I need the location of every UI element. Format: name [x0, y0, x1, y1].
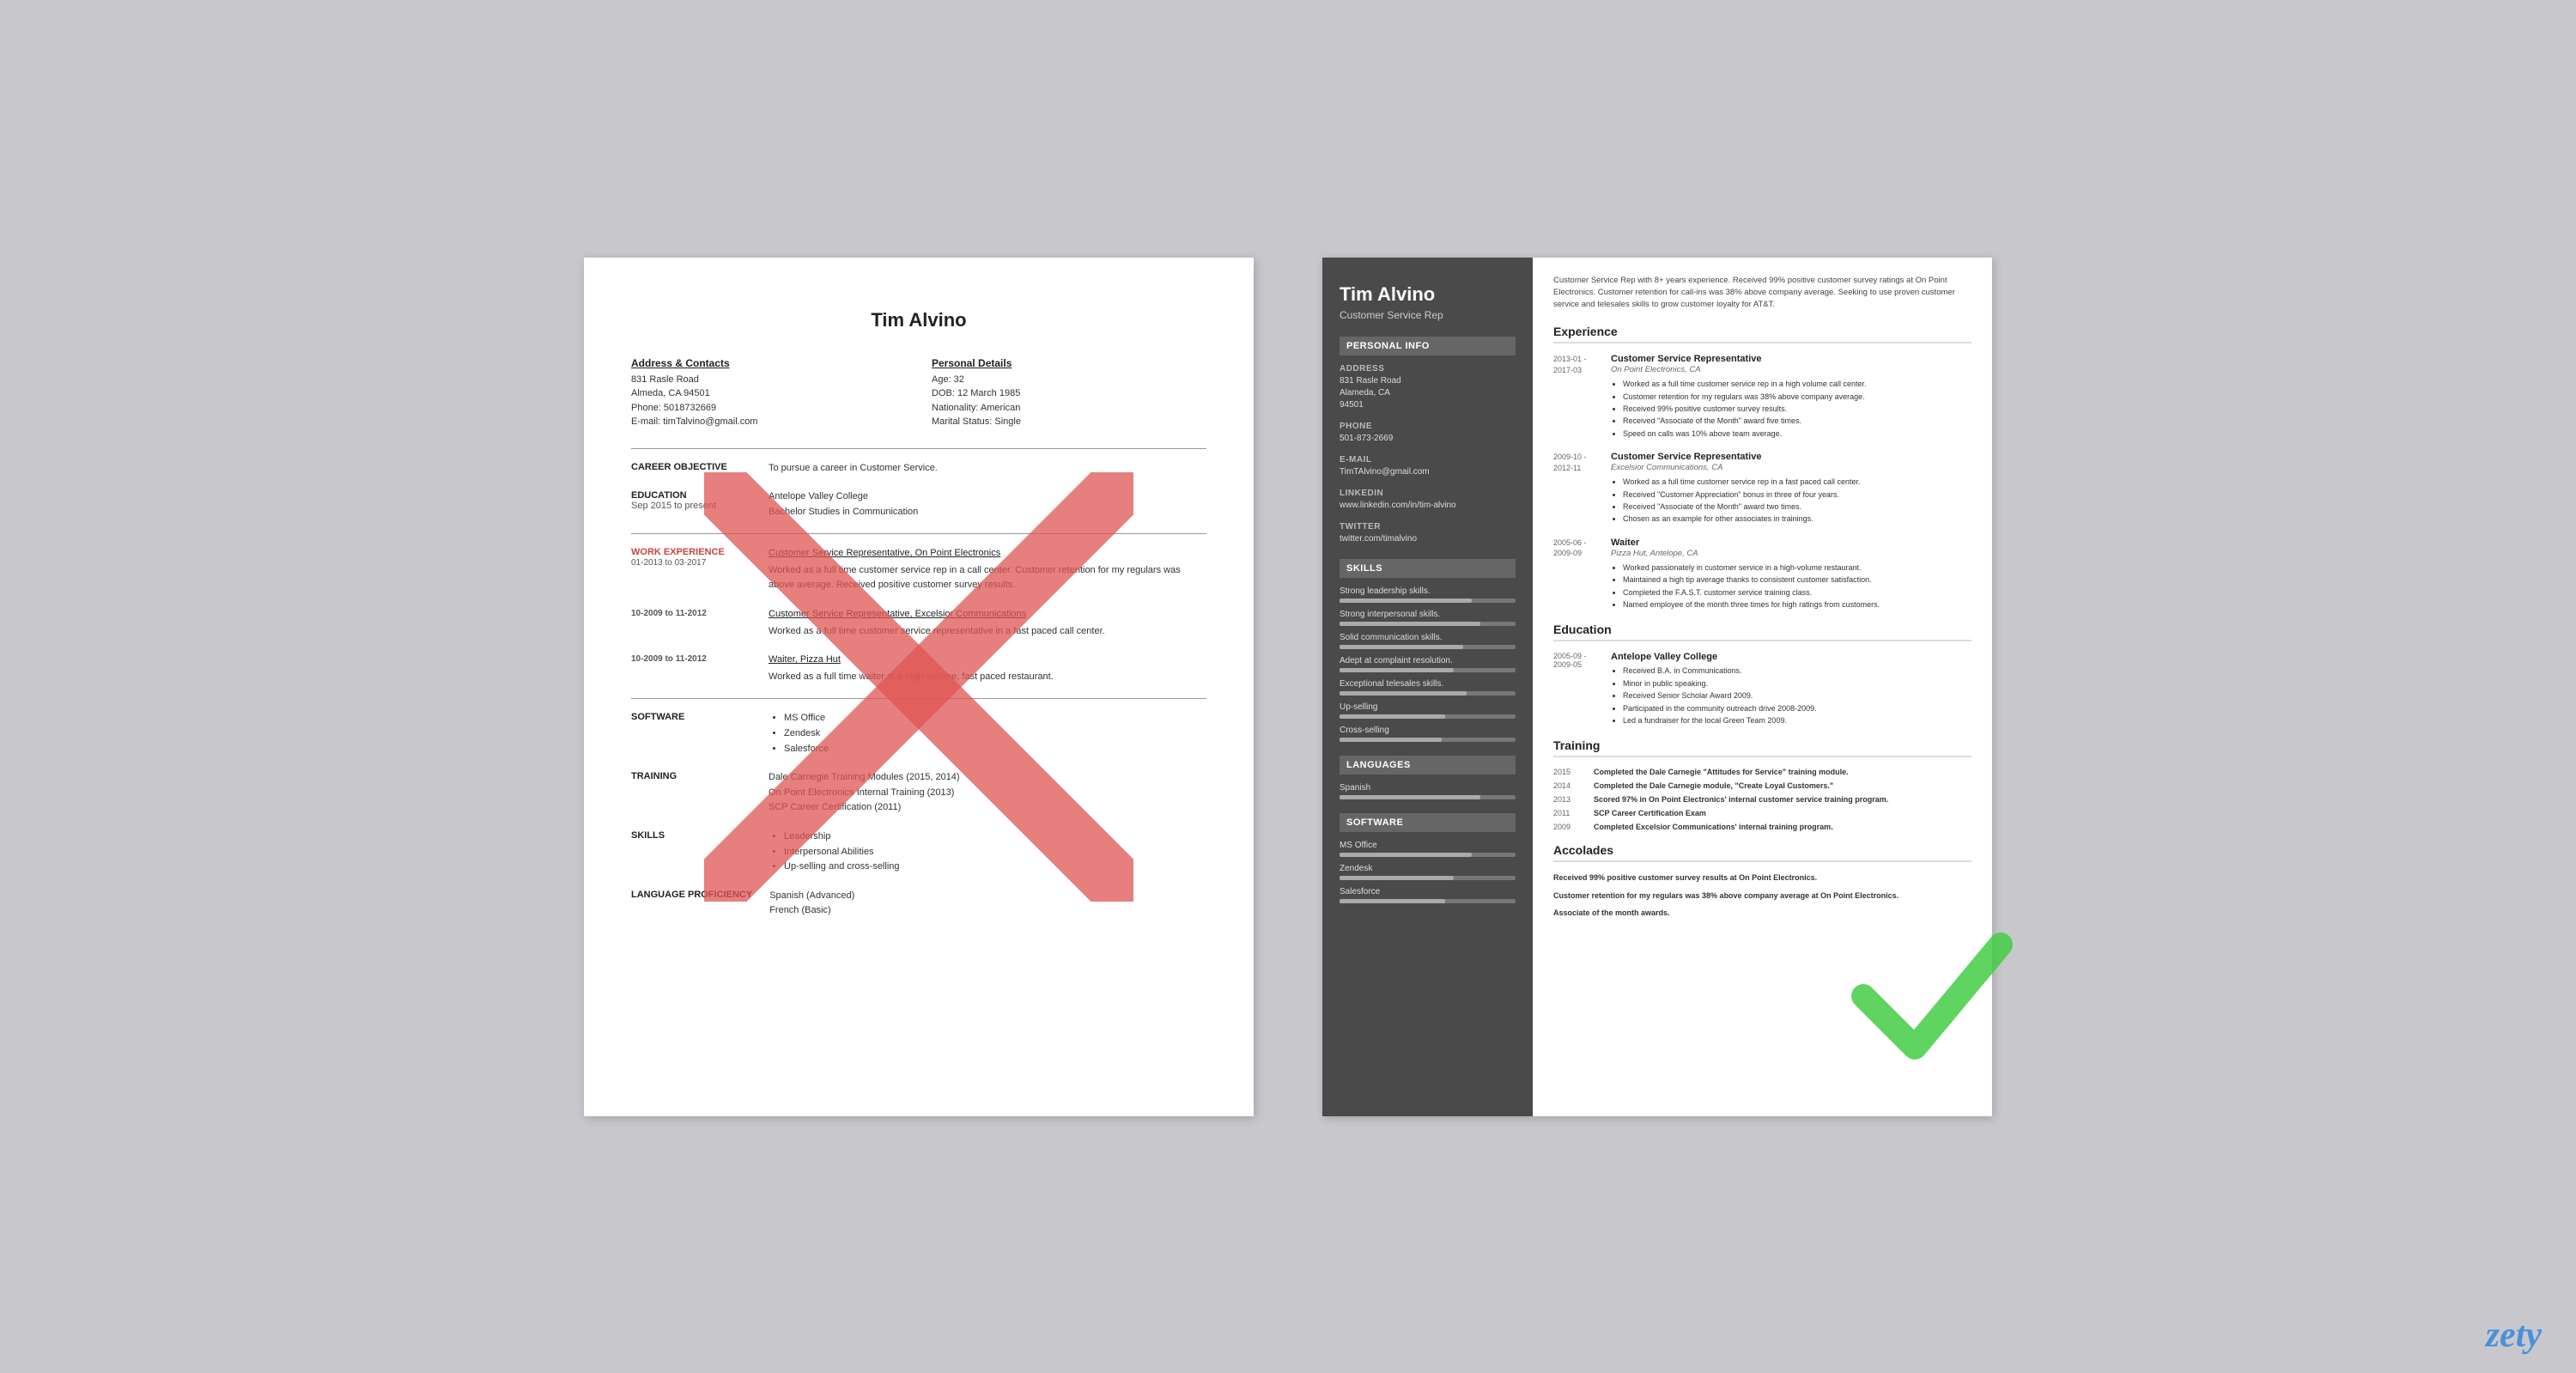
- exp-2: 2009-10 -2012-11 Customer Service Repres…: [1553, 452, 1971, 526]
- sidebar-address: Address 831 Rasle RoadAlameda, CA94501: [1340, 364, 1516, 411]
- training-2: 2014 Completed the Dale Carnegie module,…: [1553, 781, 1971, 790]
- career-text: To pursue a career in Customer Service.: [769, 461, 1206, 477]
- career-label: CAREER OBJECTIVE: [631, 461, 751, 477]
- accolade-3: Associate of the month awards.: [1553, 908, 1971, 919]
- software-list: MS Office Zendesk Salesforce: [769, 711, 1206, 756]
- skill-complaint: Adept at complaint resolution.: [1340, 656, 1516, 672]
- languages-header: Languages: [1340, 756, 1516, 775]
- skill-upselling: Up-selling: [1340, 702, 1516, 719]
- training-4: 2011 SCP Career Certification Exam: [1553, 809, 1971, 817]
- right-title: Customer Service Rep: [1340, 309, 1516, 321]
- left-name: Tim Alvino: [631, 309, 1206, 331]
- sw-msoffice: MS Office: [1340, 841, 1516, 857]
- resume-main: Customer Service Rep with 8+ years exper…: [1533, 258, 1992, 1116]
- skill-leadership: Strong leadership skills.: [1340, 586, 1516, 603]
- address-info: 831 Rasle Road Almeda, CA 94501 Phone: 5…: [631, 373, 906, 429]
- software-header: Software: [1340, 813, 1516, 832]
- sidebar-phone: Phone 501-873-2669: [1340, 422, 1516, 445]
- training-text: Dale Carnegie Training Modules (2015, 20…: [769, 770, 1206, 816]
- work-date-2: 10-2009 to 11-2012: [631, 607, 751, 618]
- language-text: Spanish (Advanced) French (Basic): [769, 889, 1206, 919]
- training-label: TRAINING: [631, 770, 751, 816]
- right-name: Tim Alvino: [1340, 283, 1516, 306]
- accolades-title: Accolades: [1553, 843, 1971, 862]
- address-label: Address & Contacts: [631, 357, 906, 369]
- skills-header: Skills: [1340, 559, 1516, 578]
- skill-communication: Solid communication skills.: [1340, 633, 1516, 649]
- sidebar-linkedin: LinkedIn www.linkedin.com/in/tim-alvino: [1340, 489, 1516, 512]
- summary: Customer Service Rep with 8+ years exper…: [1553, 275, 1971, 312]
- software-label: SOFTWARE: [631, 711, 751, 756]
- training-title: Training: [1553, 738, 1971, 757]
- education-label: EDUCATION Sep 2015 to present: [631, 489, 751, 519]
- zety-watermark: zety: [2486, 1315, 2542, 1356]
- work-entry-3: Waiter, Pizza Hut Worked as a full time …: [769, 653, 1206, 684]
- skills-list: Leadership Interpersonal Abilities Up-se…: [769, 829, 1206, 875]
- sidebar-email: E-mail TimTAlvino@gmail.com: [1340, 455, 1516, 478]
- personal-info: Age: 32 DOB: 12 March 1985 Nationality: …: [932, 373, 1206, 429]
- training-1: 2015 Completed the Dale Carnegie "Attitu…: [1553, 768, 1971, 776]
- right-resume: Tim Alvino Customer Service Rep Personal…: [1322, 258, 1992, 1116]
- skill-interpersonal: Strong interpersonal skills.: [1340, 610, 1516, 626]
- left-resume: Tim Alvino Address & Contacts 831 Rasle …: [584, 258, 1254, 1116]
- experience-title: Experience: [1553, 325, 1971, 343]
- lang-spanish: Spanish: [1340, 783, 1516, 799]
- sw-zendesk: Zendesk: [1340, 864, 1516, 880]
- language-label: LANGUAGE PROFICIENCY: [631, 889, 752, 919]
- skills-label: SKILLS: [631, 829, 751, 875]
- sw-salesforce: Salesforce: [1340, 887, 1516, 903]
- work-label: WORK EXPERIENCE 01-2013 to 03-2017: [631, 546, 751, 568]
- accolade-1: Received 99% positive customer survey re…: [1553, 872, 1971, 884]
- skill-telesales: Exceptional telesales skills.: [1340, 679, 1516, 696]
- training-5: 2009 Completed Excelsior Communications'…: [1553, 823, 1971, 831]
- work-entry-2: Customer Service Representative, Excelsi…: [769, 607, 1206, 639]
- skill-crossselling: Cross-selling: [1340, 726, 1516, 742]
- accolade-2: Customer retention for my regulars was 3…: [1553, 890, 1971, 902]
- personal-label: Personal Details: [932, 357, 1206, 369]
- work-entry-1: Customer Service Representative, On Poin…: [769, 546, 1206, 593]
- training-3: 2013 Scored 97% in On Point Electronics'…: [1553, 795, 1971, 804]
- edu-1: 2005-09 -2009-05 Antelope Valley College…: [1553, 652, 1971, 726]
- work-date-3: 10-2009 to 11-2012: [631, 653, 751, 664]
- education-text: Antelope Valley College Bachelor Studies…: [769, 489, 1206, 519]
- personal-info-header: Personal Info: [1340, 337, 1516, 355]
- exp-3: 2005-06 -2009-09 Waiter Pizza Hut, Antel…: [1553, 538, 1971, 611]
- education-title: Education: [1553, 623, 1971, 641]
- exp-1: 2013-01 -2017-03 Customer Service Repres…: [1553, 354, 1971, 440]
- resume-sidebar: Tim Alvino Customer Service Rep Personal…: [1322, 258, 1533, 1116]
- sidebar-twitter: Twitter twitter.com/timalvino: [1340, 522, 1516, 545]
